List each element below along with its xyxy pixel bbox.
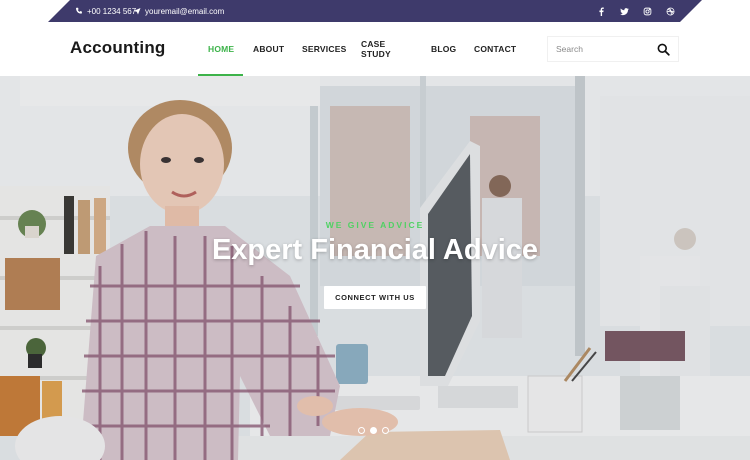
brand-logo[interactable]: Accounting [70,38,166,58]
nav-case-study[interactable]: CASE STUDY [361,22,391,76]
slider-dot-1[interactable] [358,427,365,434]
search-input[interactable] [548,44,648,54]
phone-icon [76,7,82,14]
connect-button[interactable]: CONNECT WITH US [324,286,426,309]
hero-kicker: WE GIVE ADVICE [325,220,425,230]
dribbble-icon[interactable] [666,7,675,16]
nav-about[interactable]: ABOUT [253,22,284,76]
email-address: youremail@email.com [145,6,225,16]
twitter-icon[interactable] [620,7,629,16]
slider-dots [358,427,389,434]
hero-title: Expert Financial Advice [211,234,539,266]
social-links [597,0,675,22]
nav-blog[interactable]: BLOG [431,22,456,76]
facebook-icon[interactable] [597,6,606,16]
slider-dot-2[interactable] [370,427,377,434]
phone-number: +00 1234 567 [87,6,137,16]
hero-overlay [0,76,750,460]
send-icon [133,8,141,15]
email-contact[interactable]: youremail@email.com [133,0,224,22]
top-bar: +00 1234 567 youremail@email.com [0,0,750,22]
slider-dot-3[interactable] [382,427,389,434]
hero-slider: WE GIVE ADVICE Expert Financial Advice C… [0,76,750,460]
nav-services[interactable]: SERVICES [302,22,346,76]
nav-contact[interactable]: CONTACT [474,22,516,76]
instagram-icon[interactable] [643,7,652,16]
nav-home[interactable]: HOME [208,22,234,76]
search-icon[interactable] [657,43,670,56]
search-box [547,36,679,62]
phone-contact[interactable]: +00 1234 567 [75,0,136,22]
site-header: Accounting HOME ABOUT SERVICES CASE STUD… [0,22,750,76]
